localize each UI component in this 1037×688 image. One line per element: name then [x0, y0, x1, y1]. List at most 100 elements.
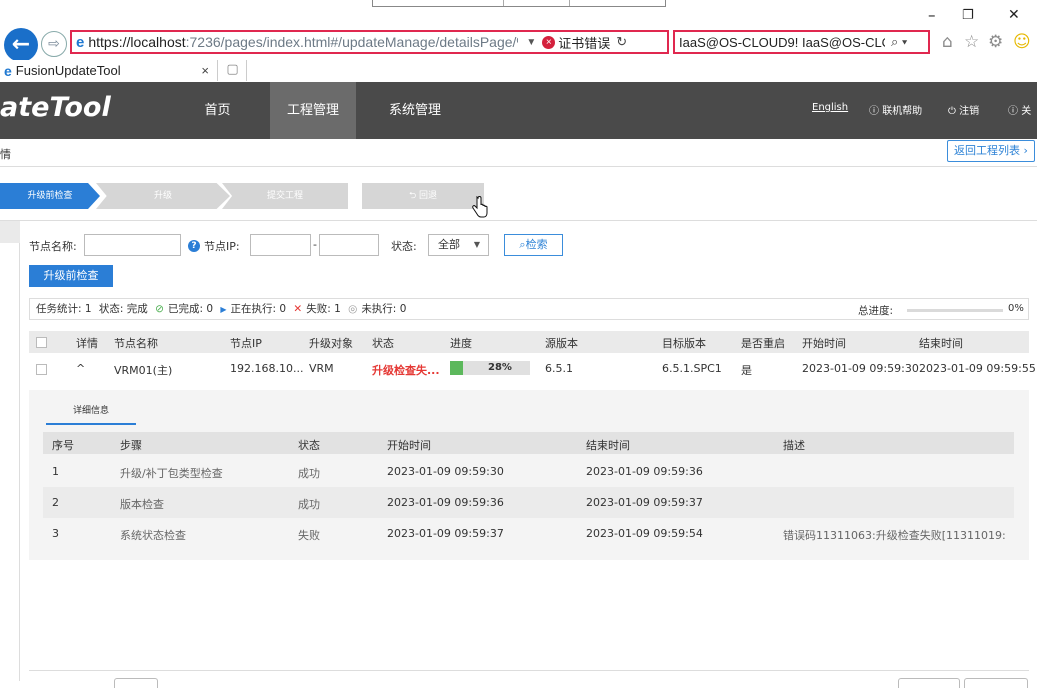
search-icon[interactable]: ⌕ ▾ [891, 34, 907, 50]
side-tab[interactable] [0, 221, 20, 243]
smiley-feedback-icon[interactable]: ☺ [1013, 32, 1031, 52]
cell-node-name: VRM01(主) [114, 364, 173, 377]
refresh-icon[interactable]: ↻ [616, 34, 627, 50]
dcol-step: 步骤 [120, 439, 142, 452]
footer-button-right[interactable] [964, 678, 1028, 688]
cell-target-version: 6.5.1.SPC1 [662, 362, 722, 375]
dcell-step: 系统状态检查 [120, 529, 186, 542]
minimize-button[interactable]: – [928, 6, 936, 24]
help-link[interactable]: ⓘ 联机帮助 [869, 102, 922, 117]
col-detail: 详情 [76, 337, 98, 350]
english-link[interactable]: English [812, 102, 848, 113]
dcell-status: 成功 [298, 498, 320, 511]
search-button[interactable]: ⌕检索 [504, 234, 563, 256]
row-checkbox[interactable] [36, 364, 47, 375]
stats-running: 正在执行: 0 [230, 303, 287, 315]
node-ip-end-input[interactable] [319, 234, 379, 256]
url-path: :7236/pages/index.html#/updateManage/det… [185, 34, 519, 50]
about-link[interactable]: ⓘ 关 [1008, 102, 1031, 117]
chevron-down-icon: ▼ [473, 240, 480, 249]
detail-row: 3 系统状态检查 失败 2023-01-09 09:59:37 2023-01-… [43, 518, 1014, 549]
footer-divider [29, 670, 1029, 671]
close-window-button[interactable]: ✕ [1008, 7, 1020, 23]
dcell-status: 失败 [298, 529, 320, 542]
power-icon: ⏻ [948, 106, 960, 117]
col-node-ip: 节点IP [230, 337, 262, 350]
tab-close-icon[interactable]: × [201, 63, 209, 78]
cell-node-ip: 192.168.10... [230, 362, 304, 375]
tab-title: FusionUpdateTool [15, 63, 121, 78]
step-submit-project: 提交工程 [222, 183, 348, 209]
rollback-button[interactable]: ⮌ 回退 [362, 183, 484, 209]
row-progress-bar: 28% [450, 361, 530, 375]
cert-error-icon: × [542, 35, 556, 49]
node-name-input[interactable] [84, 234, 181, 256]
cell-status[interactable]: 升级检查失... [372, 362, 440, 378]
help-label: 联机帮助 [882, 106, 923, 117]
cell-reboot: 是 [741, 364, 752, 377]
status-label: 状态: [391, 240, 417, 253]
dcell-end: 2023-01-09 09:59:36 [586, 465, 703, 478]
dcell-start: 2023-01-09 09:59:36 [387, 496, 504, 509]
stats-pending: 未执行: 0 [361, 303, 407, 315]
collapse-chevron-icon[interactable]: ^ [76, 362, 85, 375]
settings-gear-icon[interactable]: ⚙ [988, 32, 1003, 52]
new-tab-icon[interactable]: ▢ [219, 60, 247, 81]
stats-failed: 失败: 1 [306, 303, 341, 315]
home-icon[interactable]: ⌂ [942, 32, 953, 52]
col-start-time: 开始时间 [802, 337, 846, 350]
dcell-start: 2023-01-09 09:59:37 [387, 527, 504, 540]
app-logo: ateTool [0, 92, 111, 123]
row-progress-text: 28% [488, 362, 512, 373]
hand-cursor-icon [472, 196, 488, 218]
detail-row: 1 升级/补丁包类型检查 成功 2023-01-09 09:59:30 2023… [43, 456, 1014, 487]
footer-button-left[interactable] [898, 678, 960, 688]
taskbar-sliver [372, 0, 666, 7]
nav-system-management[interactable]: 系统管理 [366, 82, 464, 139]
dcol-desc: 描述 [783, 439, 805, 452]
col-source-version: 源版本 [545, 337, 578, 350]
logout-link[interactable]: ⏻ 注销 [948, 102, 979, 117]
help-question-icon[interactable]: ? [188, 240, 200, 252]
node-ip-label: 节点IP: [204, 240, 240, 253]
cert-error-label[interactable]: 证书错误 [558, 33, 610, 52]
stats-state: 状态: 完成 [98, 303, 148, 315]
col-reboot: 是否重启 [741, 337, 785, 350]
col-node-name: 节点名称 [114, 337, 158, 350]
row-progress-fill [450, 361, 463, 375]
back-to-project-list-button[interactable]: 返回工程列表 › [947, 140, 1035, 162]
address-bar[interactable]: e https://localhost:7236/pages/index.htm… [70, 30, 669, 54]
dcol-end: 结束时间 [586, 439, 630, 452]
restore-button[interactable]: ❐ [962, 8, 974, 23]
pagination-control[interactable] [114, 678, 158, 688]
dcell-status: 成功 [298, 467, 320, 480]
overall-progress-label: 总进度: [858, 305, 894, 317]
back-arrow-icon[interactable]: ← [4, 28, 38, 62]
favorites-star-icon[interactable]: ☆ [964, 32, 979, 52]
select-all-checkbox[interactable] [36, 337, 47, 348]
cell-source-version: 6.5.1 [545, 362, 573, 375]
dropdown-caret-icon[interactable]: ▼ [526, 37, 536, 48]
dcell-no: 2 [52, 496, 59, 509]
precheck-button[interactable]: 升级前检查 [29, 265, 113, 287]
nav-home[interactable]: 首页 [185, 82, 250, 139]
forward-arrow-icon[interactable]: ⇨ [41, 31, 67, 57]
dcell-end: 2023-01-09 09:59:37 [586, 496, 703, 509]
browser-tab[interactable]: e FusionUpdateTool × [0, 60, 218, 81]
node-ip-start-input[interactable] [250, 234, 311, 256]
url-host: https://localhost [88, 34, 186, 50]
col-target-version: 目标版本 [662, 337, 706, 350]
dcell-start: 2023-01-09 09:59:30 [387, 465, 504, 478]
status-select[interactable]: 全部 ▼ [428, 234, 489, 256]
search-address-box[interactable]: IaaS@OS-CLOUD9! IaaS@OS-CLOL ⌕ ▾ [673, 30, 930, 54]
help-circle-icon: ⓘ [869, 106, 883, 117]
tab-active-indicator [46, 423, 136, 425]
nav-project-management[interactable]: 工程管理 [270, 82, 356, 139]
dcell-no: 1 [52, 465, 59, 478]
url-text: https://localhost:7236/pages/index.html#… [88, 34, 518, 50]
play-icon: ▶ [220, 305, 227, 314]
detail-table-header [43, 432, 1014, 454]
dcell-desc[interactable]: 错误码11311063:升级检查失败[11311019: 动... [783, 527, 1008, 543]
status-select-value: 全部 [438, 238, 460, 251]
col-upgrade-object: 升级对象 [309, 337, 353, 350]
